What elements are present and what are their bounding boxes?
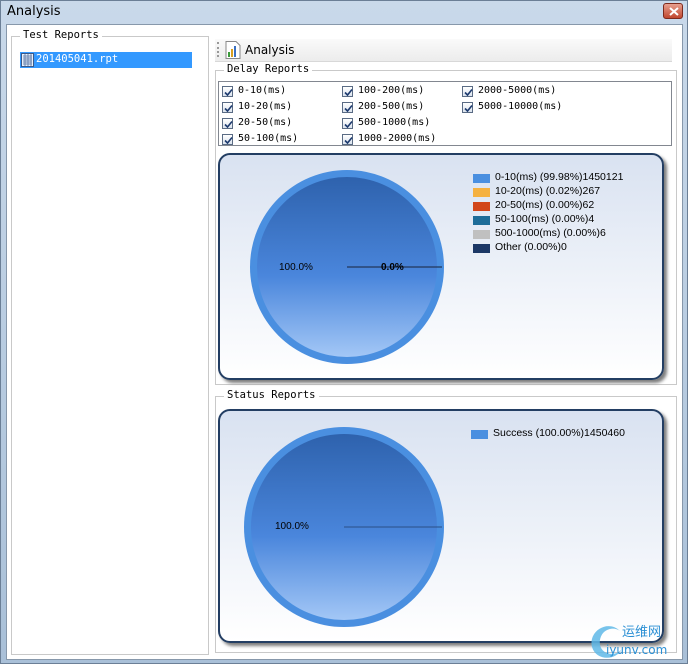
checkmark-icon [224,88,233,97]
chart-document-icon [225,41,241,59]
close-icon [669,7,679,16]
checkmark-icon [464,104,473,113]
checkbox-label: 0-10(ms) [238,85,287,96]
legend-swatch [471,430,488,439]
pie-label-main: 100.0% [279,262,313,273]
checkmark-icon [464,88,473,97]
delay-reports-group: Delay Reports 0-10(ms) 10-20(ms) 20-50(m… [215,63,677,385]
checkbox-box[interactable] [342,86,353,97]
checkmark-icon [224,120,233,129]
toolbar-grip[interactable] [217,42,221,57]
legend-label: 20-50(ms) (0.00%)62 [495,199,595,211]
checkbox-box[interactable] [342,134,353,145]
title-bar[interactable]: Analysis [1,1,687,23]
legend-label: 10-20(ms) (0.02%)267 [495,185,601,197]
legend-label: Success (100.00%)1450460 [493,427,625,439]
checkbox-box[interactable] [222,102,233,113]
report-file-label: 201405041.rpt [36,53,119,65]
watermark-subtitle: iyunv.com [606,643,668,657]
legend-swatch [473,202,490,211]
status-pie-chart: 100.0% Success (100.00%)1450460 [218,409,664,643]
client-area: Test Reports 201405041.rpt Analysis Dela… [6,24,683,660]
delay-pie-chart: 100.0% 0.0% 0-10(ms) (99.98%)1450121 10-… [218,153,664,380]
legend-label: 0-10(ms) (99.98%)1450121 [495,171,624,183]
checkmark-icon [344,136,353,145]
legend-swatch [473,244,490,253]
watermark-title: 运维网 [622,625,662,640]
checkbox-label: 20-50(ms) [238,117,293,128]
legend-swatch [473,188,490,197]
checkbox-label: 2000-5000(ms) [478,85,557,96]
legend-label: 50-100(ms) (0.00%)4 [495,213,595,225]
checkmark-icon [224,104,233,113]
legend-label: Other (0.00%)0 [495,241,567,253]
checkbox-label: 1000-2000(ms) [358,133,437,144]
checkbox-box[interactable] [222,134,233,145]
delay-range-checkbox-panel: 0-10(ms) 10-20(ms) 20-50(ms) 50-100(ms) … [218,81,672,146]
site-watermark-logo: 运维网 iyunv.com [586,615,686,663]
test-reports-legend: Test Reports [20,29,102,41]
legend-swatch [473,230,490,239]
pie-label-success: 100.0% [275,521,309,532]
legend-swatch [473,216,490,225]
analysis-window: Analysis Test Reports 201405041.rpt Anal… [0,0,688,664]
analysis-toolbar: Analysis [215,39,672,62]
checkbox-box[interactable] [462,102,473,113]
window-title: Analysis [7,4,61,19]
checkbox-label: 50-100(ms) [238,133,299,144]
close-button[interactable] [663,3,683,19]
checkbox-label: 200-500(ms) [358,101,425,112]
checkmark-icon [344,88,353,97]
report-file-item[interactable]: 201405041.rpt [20,52,192,68]
legend-swatch [473,174,490,183]
checkbox-label: 5000-10000(ms) [478,101,563,112]
checkbox-box[interactable] [222,86,233,97]
checkbox-label: 500-1000(ms) [358,117,431,128]
pie-label-small: 0.0% [381,262,404,273]
checkbox-box[interactable] [222,118,233,129]
checkmark-icon [344,120,353,129]
checkbox-box[interactable] [462,86,473,97]
checkmark-icon [224,136,233,145]
checkmark-icon [344,104,353,113]
legend-label: 500-1000(ms) (0.00%)6 [495,227,606,239]
analysis-button-label: Analysis [245,43,295,57]
delay-reports-legend: Delay Reports [224,63,313,75]
test-reports-group: Test Reports 201405041.rpt [11,29,209,655]
status-reports-legend: Status Reports [224,389,319,401]
checkbox-box[interactable] [342,118,353,129]
checkbox-box[interactable] [342,102,353,113]
checkbox-label: 10-20(ms) [238,101,293,112]
checkbox-label: 100-200(ms) [358,85,425,96]
report-file-icon [21,53,34,67]
